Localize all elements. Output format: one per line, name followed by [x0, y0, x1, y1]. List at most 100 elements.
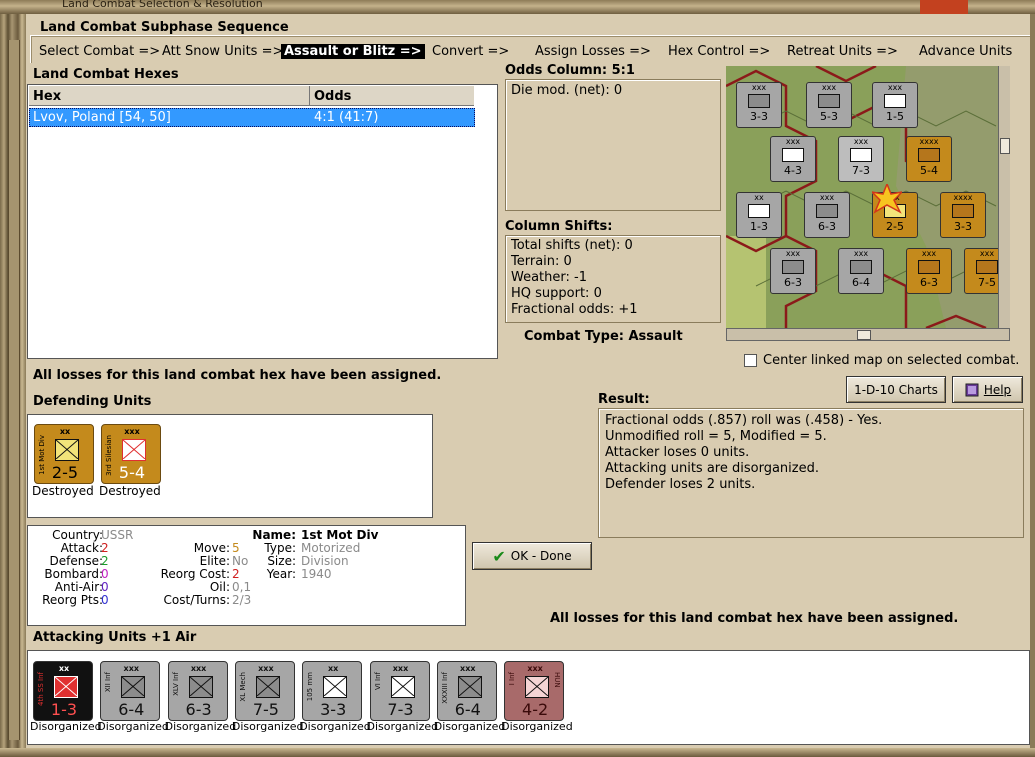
- map-counter[interactable]: xxxx 5-4: [906, 136, 952, 182]
- unit-strength: 3-3: [320, 700, 347, 719]
- unit-name: XLV Inf: [171, 672, 180, 696]
- year-label: Year:: [266, 567, 296, 581]
- map-counter[interactable]: xxx 6-4: [838, 248, 884, 294]
- attacking-unit-counter[interactable]: xxx XLV Inf 6-3: [167, 661, 228, 721]
- attacking-unit-status: Disorganized: [231, 720, 304, 733]
- antiair-label: Anti-Air:: [54, 580, 103, 594]
- shift-hq-support: HQ support: 0: [511, 286, 602, 301]
- column-shifts-title: Column Shifts:: [505, 219, 613, 234]
- unit-strength: 5-4: [118, 463, 146, 482]
- map-counter-value: 1-3: [750, 220, 768, 233]
- odds-cell: 4:1 (41:7): [314, 110, 379, 125]
- map-counter[interactable]: xxx 7-3: [838, 136, 884, 182]
- map-counter[interactable]: xxx 6-3: [804, 192, 850, 238]
- map-counter-value: 3-3: [954, 220, 972, 233]
- map-counter[interactable]: xxxx 3-3: [940, 192, 986, 238]
- attacking-unit-counter[interactable]: xx 4th SS Inf 1-3: [33, 661, 93, 721]
- subphase-step-assign-losses: Assign Losses =>: [535, 44, 651, 59]
- attacking-unit-counter[interactable]: xxx XXXIII Inf 6-4: [436, 661, 497, 721]
- defending-unit-status-2: Destroyed: [99, 484, 161, 498]
- unit-name: XII Inf: [104, 672, 113, 693]
- attacking-unit-counter[interactable]: xxx VI Inf 7-3: [369, 661, 430, 721]
- map-counter[interactable]: xxx 3-3: [736, 82, 782, 128]
- subphase-step-convert: Convert =>: [432, 44, 510, 59]
- attacking-unit-status: Disorganized: [433, 720, 506, 733]
- window-frame-right: [1030, 14, 1035, 757]
- defense-label: Defense:: [49, 554, 103, 568]
- defending-unit-counter-1[interactable]: xx 1st Mot Div 2-5: [34, 424, 94, 484]
- attacking-unit-status: Disorganized: [30, 720, 102, 733]
- bombard-value: 0: [101, 567, 109, 581]
- cost-turns-value: 2/3: [232, 593, 252, 607]
- result-line-4: Attacking units are disorganized.: [605, 461, 819, 476]
- attacking-unit-counter[interactable]: xxx XII Inf 6-4: [100, 661, 161, 721]
- ok-done-button[interactable]: ✔ OK - Done: [472, 542, 592, 570]
- unit-info-panel: Country: USSR Attack: 2 Defense: 2 Bomba…: [27, 525, 466, 626]
- attacking-unit-status: Disorganized: [299, 720, 371, 733]
- unit-type-icon: [323, 676, 348, 698]
- map-counter-value: 4-3: [784, 164, 802, 177]
- help-button[interactable]: Help: [952, 376, 1023, 403]
- column-header-odds[interactable]: Odds: [310, 86, 474, 106]
- left-scrollbar[interactable]: [8, 40, 20, 740]
- map-counter[interactable]: xxx 5-3: [806, 82, 852, 128]
- subphase-step-retreat-units: Retreat Units =>: [787, 44, 898, 59]
- defending-units-title: Defending Units: [33, 394, 152, 409]
- map-counter[interactable]: xxx 6-3: [770, 248, 816, 294]
- name-label: Name:: [252, 528, 296, 542]
- shift-terrain: Terrain: 0: [511, 254, 572, 269]
- map-counter[interactable]: xxx 1-5: [872, 82, 918, 128]
- attack-label: Attack:: [60, 541, 103, 555]
- defending-unit-status-1: Destroyed: [32, 484, 94, 498]
- country-value: USSR: [101, 528, 134, 542]
- map-counter-value: 6-4: [852, 276, 870, 289]
- unit-strength: 7-3: [387, 700, 414, 719]
- oil-label: Oil:: [209, 580, 230, 594]
- elite-label: Elite:: [199, 554, 230, 568]
- attacking-unit-counter[interactable]: xxx XL Mech 7-5: [234, 661, 295, 721]
- map-counter-value: 7-5: [978, 276, 996, 289]
- attacking-unit-status: Disorganized: [366, 720, 439, 733]
- column-header-hex[interactable]: Hex: [29, 86, 310, 106]
- unit-type-icon: [390, 676, 415, 698]
- table-row[interactable]: Lvov, Poland [54, 50] 4:1 (41:7): [29, 108, 475, 127]
- unit-name: 105 mm: [306, 672, 315, 702]
- help-button-label: Help: [983, 382, 1012, 397]
- oil-value: 0,1: [232, 580, 252, 594]
- map-counter[interactable]: xxx 6-3: [906, 248, 952, 294]
- attacking-unit-counter[interactable]: xx 105 mm 3-3: [302, 661, 363, 721]
- unit-name: VI Inf: [373, 672, 382, 691]
- unit-name: I Inf: [508, 672, 517, 686]
- unit-nationality: HUN: [553, 672, 562, 688]
- window-close-button[interactable]: [920, 0, 968, 14]
- attacking-unit-counter[interactable]: xxx I Inf 4-2 HUN: [504, 661, 565, 721]
- size-value: Division: [301, 554, 349, 568]
- subphase-title: Land Combat Subphase Sequence: [40, 20, 289, 35]
- map-counter[interactable]: xx 1-3: [736, 192, 782, 238]
- book-icon: [965, 383, 979, 396]
- map-counter-value: 1-5: [886, 110, 904, 123]
- map-horizontal-scroll-thumb[interactable]: [857, 330, 871, 340]
- subphase-step-att-snow-units: Att Snow Units =>: [162, 44, 284, 59]
- center-map-checkbox[interactable]: [744, 354, 757, 367]
- reorg-cost-label: Reorg Cost:: [160, 567, 230, 581]
- losses-assigned-message-top: All losses for this land combat hex have…: [33, 368, 442, 383]
- defending-unit-counter-2[interactable]: xxx 3rd Silesian 5-4: [101, 424, 161, 484]
- map-vertical-scrollbar[interactable]: [998, 66, 1010, 328]
- result-line-5: Defender loses 2 units.: [605, 477, 756, 492]
- result-line-1: Fractional odds (.857) roll was (.458) -…: [605, 413, 883, 428]
- unit-type-icon: [525, 676, 550, 698]
- year-value: 1940: [301, 567, 332, 581]
- move-label: Move:: [193, 541, 230, 555]
- linked-map[interactable]: xxx 3-3 xxx 5-3 xxx 1-5 xxx 4-3 xxx 7-3 xxxx 5…: [726, 66, 1010, 328]
- charts-button[interactable]: 1-D-10 Charts: [846, 376, 946, 403]
- map-counter[interactable]: xxx 4-3: [770, 136, 816, 182]
- map-horizontal-scrollbar[interactable]: [726, 328, 1010, 341]
- result-line-3: Attacker loses 0 units.: [605, 445, 750, 460]
- unit-strength: 2-5: [51, 463, 79, 482]
- subphase-step-assault-or-blitz: Assault or Blitz =>: [281, 44, 425, 59]
- defense-value: 2: [101, 554, 109, 568]
- attack-value: 2: [101, 541, 109, 555]
- result-line-2: Unmodified roll = 5, Modified = 5.: [605, 429, 827, 444]
- map-vertical-scroll-thumb[interactable]: [1000, 138, 1010, 154]
